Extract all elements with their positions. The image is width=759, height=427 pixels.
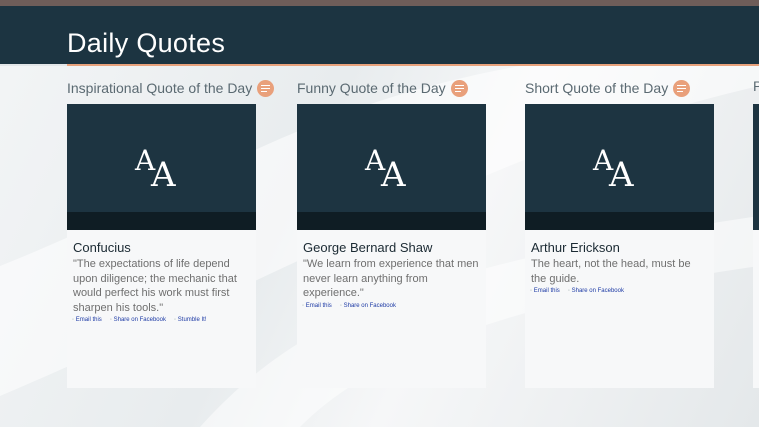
menu-icon[interactable] (450, 79, 468, 97)
column-header-partial[interactable]: P (753, 78, 759, 94)
stumble-link[interactable]: Stumble It! (174, 317, 207, 323)
column-funny: Funny Quote of the Day A A George Bernar… (297, 78, 487, 388)
quote-card[interactable]: A A George Bernard Shaw "We learn from e… (297, 104, 486, 388)
text-size-icon: A A (364, 144, 406, 188)
svg-text:A: A (608, 155, 634, 188)
menu-icon[interactable] (257, 79, 275, 97)
share-links: Email this Share on Facebook Stumble It! (67, 315, 256, 323)
quote-tile: A A (67, 104, 256, 212)
column-header[interactable]: Short Quote of the Day (525, 78, 715, 98)
quote-tile-partial (753, 104, 759, 230)
column-header[interactable]: Funny Quote of the Day (297, 78, 487, 98)
svg-text:A: A (380, 155, 406, 188)
tile-base (297, 212, 486, 230)
tile-base (67, 212, 256, 230)
share-links: Email this Share on Facebook (297, 301, 486, 309)
quote-card[interactable]: A A Confucius "The expectations of life … (67, 104, 256, 388)
column-header-label: Funny Quote of the Day (297, 80, 446, 96)
column-inspirational: Inspirational Quote of the Day A A Confu… (67, 78, 275, 388)
column-header-label: Short Quote of the Day (525, 80, 669, 96)
quote-author: Arthur Erickson (531, 240, 620, 255)
column-header-label: Inspirational Quote of the Day (67, 80, 253, 96)
tile-base (525, 212, 714, 230)
quote-text: The heart, not the head, must be the gui… (531, 258, 691, 285)
column-header[interactable]: Inspirational Quote of the Day (67, 78, 275, 98)
quote-author: Confucius (73, 240, 131, 255)
quote-author: George Bernard Shaw (303, 240, 433, 255)
text-size-icon: A A (134, 144, 176, 188)
app-header: Daily Quotes (0, 6, 759, 64)
facebook-link[interactable]: Share on Facebook (340, 303, 396, 309)
share-links: Email this Share on Facebook (525, 286, 714, 294)
quote-tile: A A (297, 104, 486, 212)
quote-text: "We learn from experience that men never… (303, 258, 479, 299)
email-link[interactable]: Email this (72, 317, 102, 323)
app-title: Daily Quotes (67, 28, 226, 58)
svg-text:A: A (150, 155, 176, 188)
menu-icon[interactable] (673, 79, 691, 97)
quote-tile: A A (525, 104, 714, 212)
quote-text: "The expectations of life depend upon di… (73, 258, 237, 314)
email-link[interactable]: Email this (530, 288, 560, 294)
facebook-link[interactable]: Share on Facebook (110, 317, 166, 323)
facebook-link[interactable]: Share on Facebook (568, 288, 624, 294)
text-size-icon: A A (592, 144, 634, 188)
quote-card[interactable]: A A Arthur Erickson The heart, not the h… (525, 104, 714, 388)
email-link[interactable]: Email this (302, 303, 332, 309)
column-short: Short Quote of the Day A A Arthur Ericks… (525, 78, 715, 388)
